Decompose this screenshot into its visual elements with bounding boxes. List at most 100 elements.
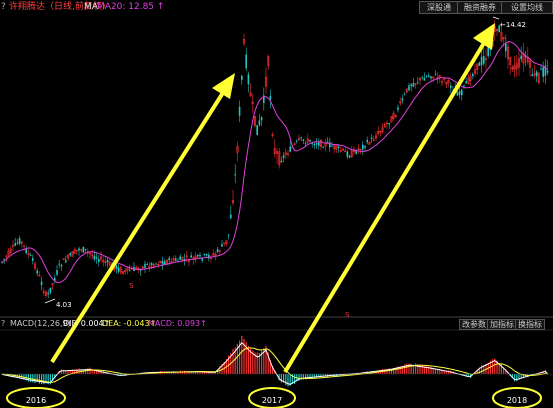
candle-body xyxy=(463,85,465,87)
candle-body xyxy=(190,255,192,258)
candle-body xyxy=(408,85,410,91)
candle-body xyxy=(18,238,21,244)
candle-body xyxy=(144,263,146,268)
candle-body xyxy=(3,258,5,260)
candle-body xyxy=(421,76,423,78)
candle-body xyxy=(282,155,285,158)
change-params-button[interactable]: 改参数 xyxy=(459,319,489,330)
candle-body xyxy=(98,258,100,262)
candle-body xyxy=(337,146,340,148)
candle-body xyxy=(58,263,60,265)
candle-body xyxy=(366,139,368,143)
candle-body xyxy=(155,263,157,265)
add-indicator-button[interactable]: 加指标 xyxy=(487,319,517,330)
macd-value: MACD: 0.093↑ xyxy=(148,319,207,328)
candlestick-chart[interactable] xyxy=(0,0,553,408)
candle-body xyxy=(483,56,485,64)
candle-body xyxy=(487,46,489,56)
ma20-line xyxy=(1,41,548,284)
candle-body xyxy=(205,253,208,256)
dif-line xyxy=(1,342,548,385)
macd-help-icon[interactable]: ? xyxy=(1,318,5,330)
candle-body xyxy=(245,54,247,69)
candle-body xyxy=(450,85,452,89)
price-candles xyxy=(1,19,549,299)
candle-body xyxy=(505,43,507,52)
candle-body xyxy=(221,244,223,247)
year-label-2018: 2018 xyxy=(506,396,528,405)
year-label-2017: 2017 xyxy=(261,396,283,405)
candle-body xyxy=(401,98,404,101)
candle-body xyxy=(302,139,305,141)
candle-body xyxy=(412,83,415,87)
macd-indicator-name: MACD(12,26,9) xyxy=(10,319,71,328)
candle-body xyxy=(300,137,302,138)
candle-body xyxy=(289,146,291,152)
candle-body xyxy=(47,292,49,295)
candle-body xyxy=(247,74,250,85)
candle-body xyxy=(106,260,109,263)
candle-body xyxy=(40,281,43,286)
candle-body xyxy=(397,107,399,110)
switch-indicator-button[interactable]: 换指标 xyxy=(515,319,545,330)
candle-body xyxy=(60,264,63,267)
macd-histogram xyxy=(1,335,549,387)
candle-body xyxy=(370,137,373,139)
candle-body xyxy=(480,56,483,65)
candle-body xyxy=(227,234,230,236)
candle-body xyxy=(238,106,241,116)
candle-body xyxy=(410,84,412,86)
candle-body xyxy=(346,151,349,157)
candle-body xyxy=(430,76,432,79)
dea-line xyxy=(1,347,548,383)
candle-body xyxy=(256,125,258,135)
candle-body xyxy=(203,254,206,255)
candle-body xyxy=(168,257,170,261)
candle-body xyxy=(269,96,272,100)
candle-body xyxy=(56,269,58,275)
candle-body xyxy=(520,55,522,60)
low-price-label: 4.03 xyxy=(56,301,72,309)
candle-body xyxy=(322,147,324,149)
candle-body xyxy=(95,257,98,259)
candle-body xyxy=(425,76,428,77)
candle-body xyxy=(535,71,538,77)
candle-body xyxy=(234,174,236,176)
candle-body xyxy=(417,82,419,84)
candle-body xyxy=(434,74,437,76)
candle-body xyxy=(296,140,298,142)
candle-body xyxy=(348,155,351,158)
candle-body xyxy=(175,258,177,261)
candle-body xyxy=(150,262,153,265)
high-marker-line xyxy=(492,16,500,20)
candle-body xyxy=(65,260,67,263)
candle-body xyxy=(465,81,467,84)
candle-body xyxy=(69,253,71,256)
candle-body xyxy=(544,65,547,76)
candle-body xyxy=(318,142,320,146)
candle-body xyxy=(82,246,85,253)
candle-body xyxy=(546,70,549,73)
candle-body xyxy=(458,91,461,96)
candle-body xyxy=(216,249,219,252)
candle-body xyxy=(326,141,329,143)
candle-body xyxy=(478,62,481,66)
candle-body xyxy=(542,67,544,77)
candle-body xyxy=(29,255,32,256)
candle-body xyxy=(260,117,263,121)
year-label-2016: 2016 xyxy=(25,396,47,405)
low-marker-line xyxy=(44,298,56,304)
candle-body xyxy=(423,77,426,81)
candle-body xyxy=(208,254,210,259)
candle-body xyxy=(230,214,232,219)
candle-body xyxy=(403,93,406,95)
candle-body xyxy=(36,270,38,274)
high-price-label: ←14.42 xyxy=(500,21,526,29)
candle-body xyxy=(309,139,311,142)
candle-body xyxy=(49,287,52,293)
candle-body xyxy=(531,74,533,76)
candle-body xyxy=(304,143,307,145)
candle-body xyxy=(32,258,34,261)
candle-body xyxy=(115,265,118,269)
candle-body xyxy=(128,270,131,272)
